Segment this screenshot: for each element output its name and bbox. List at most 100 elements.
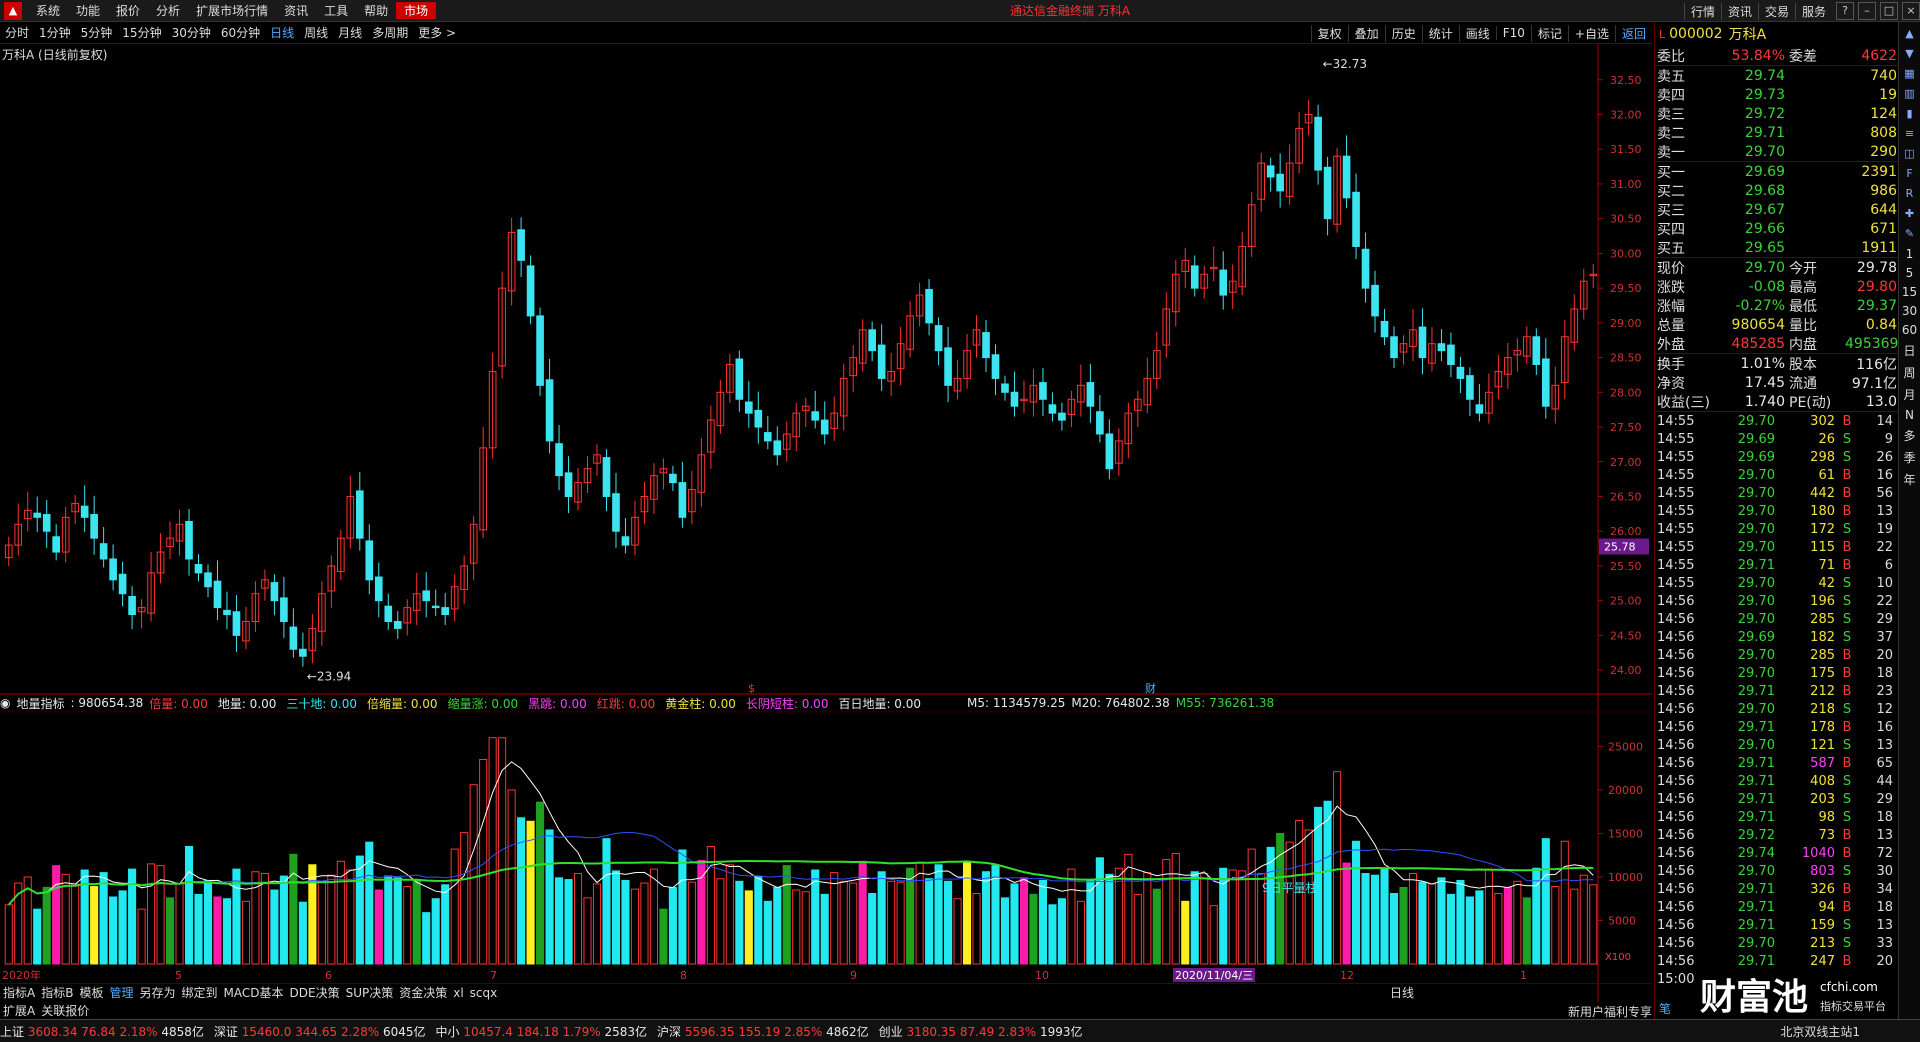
top-button-2[interactable]: 交易 bbox=[1757, 2, 1795, 20]
bar-chart-icon[interactable]: ▥ bbox=[1901, 85, 1919, 102]
price-tick-label: 27.50 bbox=[1610, 421, 1642, 434]
close-icon[interactable]: × bbox=[1902, 2, 1920, 20]
indicator-tab-8[interactable]: SUP决策 bbox=[343, 984, 397, 1001]
indicator-tab-10[interactable]: xl bbox=[450, 986, 466, 1000]
period-button-8[interactable]: N bbox=[1901, 408, 1919, 422]
pen-icon[interactable]: ✎ bbox=[1901, 225, 1919, 242]
indicator-tab-6[interactable]: MACD基本 bbox=[221, 984, 287, 1001]
chart-tool-6[interactable]: 标记 bbox=[1530, 24, 1568, 42]
menu-item-6[interactable]: 工具 bbox=[316, 2, 356, 19]
indicator-toggle-icon[interactable]: ◉ bbox=[0, 696, 10, 710]
period-tab-5[interactable]: 60分钟 bbox=[216, 24, 265, 41]
minimize-icon[interactable]: – bbox=[1858, 2, 1876, 20]
list-icon[interactable]: ≡ bbox=[1901, 125, 1919, 142]
period-tab-3[interactable]: 15分钟 bbox=[117, 24, 166, 41]
period-tab-1[interactable]: 1分钟 bbox=[34, 24, 76, 41]
volume-bar bbox=[384, 875, 393, 965]
menu-item-0[interactable]: 系统 bbox=[28, 2, 68, 19]
period-tab-8[interactable]: 月线 bbox=[333, 24, 367, 41]
index-0[interactable]: 上证 3608.34 76.84 2.18% 4858亿 bbox=[0, 1023, 204, 1040]
tick-volume: 442 bbox=[1810, 485, 1835, 501]
period-button-5[interactable]: 日 bbox=[1901, 342, 1919, 359]
chart-tool-1[interactable]: 叠加 bbox=[1347, 24, 1385, 42]
ticks-footer[interactable]: 笔 bbox=[1659, 1000, 1671, 1017]
promo-banner[interactable]: 新用户福利专享 bbox=[1568, 1003, 1652, 1020]
top-button-3[interactable]: 服务 bbox=[1794, 2, 1832, 20]
indicator-item-9: 百日地量: 0.00 bbox=[838, 696, 922, 711]
menu-item-7[interactable]: 帮助 bbox=[356, 2, 396, 19]
menu-item-3[interactable]: 分析 bbox=[148, 2, 188, 19]
period-button-1[interactable]: 5 bbox=[1901, 266, 1919, 280]
period-button-3[interactable]: 30 bbox=[1901, 304, 1919, 318]
candle-body bbox=[1475, 404, 1484, 414]
maximize-icon[interactable]: □ bbox=[1880, 2, 1898, 20]
index-3[interactable]: 沪深 5596.35 155.19 2.85% 4862亿 bbox=[657, 1023, 869, 1040]
grid-icon[interactable]: ▦ bbox=[1901, 65, 1919, 82]
period-tab-0[interactable]: 分时 bbox=[0, 24, 34, 41]
period-button-2[interactable]: 15 bbox=[1901, 285, 1919, 299]
period-tab-6[interactable]: 日线 bbox=[265, 24, 299, 41]
period-tab-9[interactable]: 多周期 bbox=[367, 24, 413, 41]
menu-item-4[interactable]: 扩展市场行情 bbox=[188, 2, 276, 19]
period-button-9[interactable]: 多 bbox=[1901, 427, 1919, 444]
chart-icon[interactable]: ◫ bbox=[1901, 145, 1919, 162]
menu-item-5[interactable]: 资讯 bbox=[276, 2, 316, 19]
sell-orders: 卖五 29.74 740 卖四 29.73 19 卖三 29.72 124 卖二 29.71 808 卖… bbox=[1655, 66, 1898, 161]
tick-list[interactable]: 14:55 29.70 302 B 14 14:55 29.69 26 S 9 14:55 29.69… bbox=[1655, 412, 1898, 988]
help-icon[interactable]: ? bbox=[1836, 2, 1854, 20]
candle-body bbox=[536, 315, 544, 386]
ext-tab-0[interactable]: 扩展A bbox=[0, 1002, 38, 1019]
indicator-tab-2[interactable]: 模板 bbox=[76, 984, 106, 1001]
stat-row-1-value2: 29.80 bbox=[1856, 278, 1897, 295]
kline-chart[interactable]: 32.50 32.00 31.50 31.00 30.50 30.00 29.50 29.00… bbox=[0, 44, 1652, 1019]
period-button-0[interactable]: 1 bbox=[1901, 247, 1919, 261]
indicator-tab-3[interactable]: 管理 bbox=[106, 984, 136, 1001]
chart-tool-7[interactable]: +自选 bbox=[1567, 24, 1615, 42]
chart-tool-3[interactable]: 统计 bbox=[1421, 24, 1459, 42]
indicator-tab-9[interactable]: 资金决策 bbox=[396, 984, 450, 1001]
indicator-tab-5[interactable]: 绑定到 bbox=[179, 984, 221, 1001]
menu-item-2[interactable]: 报价 bbox=[108, 2, 148, 19]
chart-tool-4[interactable]: 画线 bbox=[1458, 24, 1496, 42]
indicator-tab-11[interactable]: scqx bbox=[467, 986, 501, 1000]
period-button-6[interactable]: 周 bbox=[1901, 364, 1919, 381]
candle-icon[interactable]: ▮ bbox=[1901, 105, 1919, 122]
top-button-0[interactable]: 行情 bbox=[1683, 2, 1721, 20]
f10-icon[interactable]: F bbox=[1901, 165, 1919, 182]
chart-tool-2[interactable]: 历史 bbox=[1384, 24, 1422, 42]
period-button-10[interactable]: 季 bbox=[1901, 449, 1919, 466]
period-button-7[interactable]: 月 bbox=[1901, 386, 1919, 403]
chart-tool-5[interactable]: F10 bbox=[1495, 26, 1531, 40]
menu-market[interactable]: 市场 bbox=[396, 2, 437, 19]
indicator-item-3: 倍缩量: 0.00 bbox=[366, 696, 438, 711]
indicator-tab-7[interactable]: DDE决策 bbox=[287, 984, 343, 1001]
tick-price: 29.70 bbox=[1737, 485, 1775, 501]
indicator-tab-4[interactable]: 另存为 bbox=[136, 984, 178, 1001]
period-tab-7[interactable]: 周线 bbox=[299, 24, 333, 41]
down-arrow-icon[interactable]: ▼ bbox=[1901, 45, 1919, 62]
chart-tool-8[interactable]: 返回 bbox=[1614, 24, 1652, 42]
indicator-name[interactable]: 地量指标 bbox=[16, 695, 64, 712]
top-button-1[interactable]: 资讯 bbox=[1720, 2, 1758, 20]
volume-bar bbox=[118, 890, 127, 965]
indicator-tab-1[interactable]: 指标B bbox=[38, 984, 76, 1001]
server-site[interactable]: 北京双线主站1 bbox=[1780, 1023, 1860, 1040]
volume-bar bbox=[289, 853, 298, 965]
up-arrow-icon[interactable]: ▲ bbox=[1901, 25, 1919, 42]
index-2[interactable]: 中小 10457.4 184.18 1.79% 2583亿 bbox=[435, 1023, 647, 1040]
index-4[interactable]: 创业 3180.35 87.49 2.83% 1993亿 bbox=[879, 1023, 1083, 1040]
quote-header: L 000002 万科A bbox=[1655, 22, 1898, 46]
crosshair-icon[interactable]: ✚ bbox=[1901, 205, 1919, 222]
period-tab-10[interactable]: 更多 > bbox=[413, 24, 461, 41]
rsi-icon[interactable]: R bbox=[1901, 185, 1919, 202]
index-1[interactable]: 深证 15460.0 344.65 2.28% 6045亿 bbox=[214, 1023, 426, 1040]
menu-item-1[interactable]: 功能 bbox=[68, 2, 108, 19]
volume-bar bbox=[1380, 868, 1389, 965]
ext-tab-1[interactable]: 关联报价 bbox=[38, 1002, 92, 1019]
period-button-11[interactable]: 年 bbox=[1901, 471, 1919, 488]
indicator-tab-0[interactable]: 指标A bbox=[0, 984, 38, 1001]
period-tab-4[interactable]: 30分钟 bbox=[167, 24, 216, 41]
period-tab-2[interactable]: 5分钟 bbox=[76, 24, 118, 41]
period-button-4[interactable]: 60 bbox=[1901, 323, 1919, 337]
chart-tool-0[interactable]: 复权 bbox=[1310, 24, 1348, 42]
